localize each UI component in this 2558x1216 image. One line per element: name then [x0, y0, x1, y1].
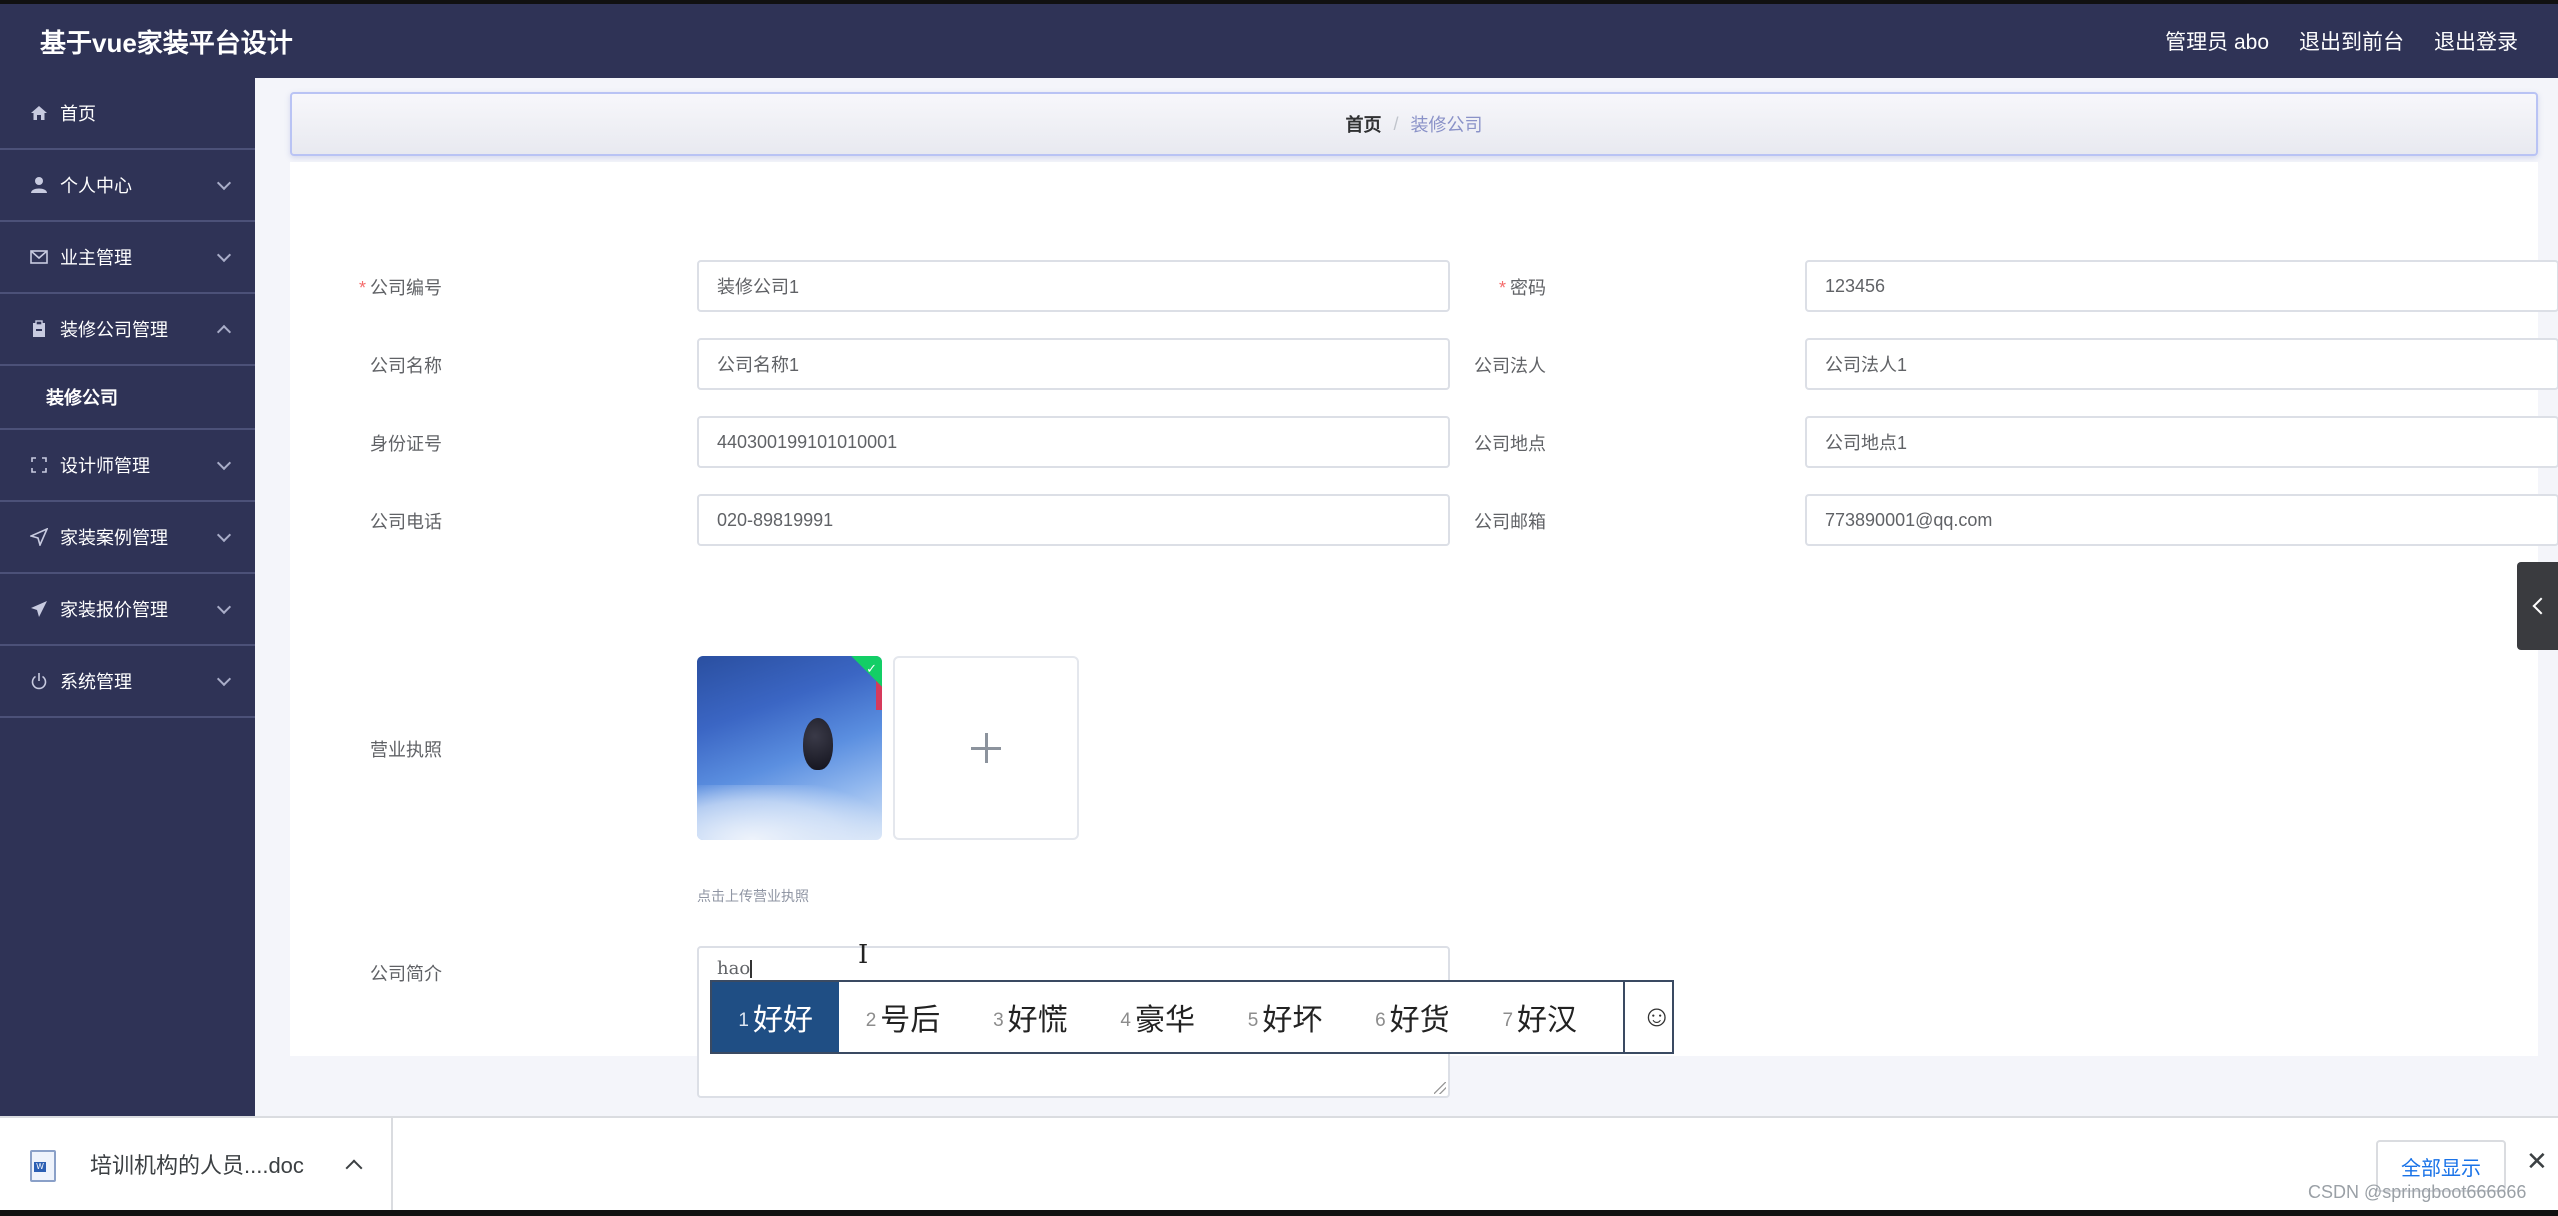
breadcrumb-home[interactable]: 首页	[1345, 111, 1381, 137]
sidebar-item-home[interactable]: 首页	[0, 78, 255, 150]
resize-handle[interactable]	[1434, 1082, 1446, 1094]
chevron-up-icon	[216, 324, 232, 340]
ime-candidate[interactable]: 1 好好	[712, 982, 840, 1052]
ime-candidate-bar: 1 好好 2 号后 3 好慌 4 豪华 5 好坏 6 好货 7 好汉 ☺	[710, 980, 1674, 1054]
watermark: CSDN @springboot666666	[2308, 1182, 2527, 1202]
main-content: 首页 / 装修公司 * 公司编号 装修公司1 * 密码 123456 公司名称 公司…	[255, 78, 2558, 1178]
chevron-up-icon[interactable]	[345, 1159, 363, 1177]
sidebar: 首页 个人中心 业主管理 装修公司管理 装修公司 设计师管理 家装案例管理 家装…	[0, 78, 255, 1116]
plane-icon	[28, 598, 50, 620]
logout-link[interactable]: 退出登录	[2434, 26, 2518, 56]
sidebar-item-designer-management[interactable]: 设计师管理	[0, 430, 255, 502]
breadcrumb: 首页 / 装修公司	[290, 92, 2538, 156]
sidebar-item-label: 家装报价管理	[60, 600, 168, 620]
id-card-label: 身份证号	[370, 434, 442, 454]
ime-candidate[interactable]: 2 号后	[839, 982, 966, 1052]
sidebar-item-quote-management[interactable]: 家装报价管理	[0, 574, 255, 646]
location-label: 公司地点	[1474, 434, 1546, 454]
ime-candidate[interactable]: 7 好汉	[1476, 982, 1603, 1052]
text-cursor-icon: I	[858, 940, 869, 970]
chevron-down-icon	[216, 671, 232, 687]
sidebar-item-label: 家装案例管理	[60, 528, 168, 548]
sidebar-item-label: 装修公司管理	[60, 320, 168, 340]
thumbnail-balloon	[803, 718, 833, 770]
ime-divider	[1623, 982, 1626, 1052]
password-input[interactable]: 123456	[1805, 260, 2558, 312]
sidebar-item-label: 系统管理	[60, 672, 132, 692]
emoji-icon[interactable]: ☺	[1641, 1000, 1672, 1034]
intro-label: 公司简介	[370, 964, 442, 984]
legal-person-label: 公司法人	[1474, 356, 1546, 376]
company-no-label: * 公司编号	[358, 278, 442, 298]
ime-candidate[interactable]: 4 豪华	[1094, 982, 1221, 1052]
company-form: * 公司编号 装修公司1 * 密码 123456 公司名称 公司名称1 公司法人 公…	[290, 162, 2558, 1178]
email-label: 公司邮箱	[1474, 512, 1546, 532]
send-icon	[28, 526, 50, 548]
thumbnail-clouds	[697, 785, 882, 840]
email-input[interactable]: 773890001@qq.com	[1805, 494, 2558, 546]
chevron-down-icon	[216, 175, 232, 191]
required-mark: *	[1498, 278, 1506, 298]
download-bar: W 培训机构的人员....doc 全部显示 ✕ CSDN @springboot…	[0, 1116, 2558, 1210]
exit-to-front-link[interactable]: 退出到前台	[2299, 26, 2404, 56]
sidebar-item-company-management[interactable]: 装修公司管理	[0, 294, 255, 366]
company-name-label: 公司名称	[370, 356, 442, 376]
sidebar-item-label: 个人中心	[60, 176, 132, 196]
app-title: 基于vue家装平台设计	[40, 27, 293, 58]
phone-input[interactable]: 020-89819991	[697, 494, 1450, 546]
side-panel-toggle[interactable]	[2517, 562, 2558, 650]
upload-button[interactable]	[893, 656, 1079, 840]
download-file-name: 培训机构的人员....doc	[90, 1153, 304, 1178]
admin-user-link[interactable]: 管理员 abo	[2165, 26, 2269, 56]
ime-candidate[interactable]: 5 好坏	[1221, 982, 1348, 1052]
breadcrumb-current: 装修公司	[1410, 115, 1483, 135]
ime-candidate[interactable]: 6 好货	[1349, 982, 1476, 1052]
password-label: * 密码	[1498, 278, 1546, 298]
required-mark: *	[358, 278, 366, 298]
power-icon	[28, 670, 50, 692]
sidebar-subitem-company[interactable]: 装修公司	[0, 366, 255, 430]
chevron-left-icon	[2532, 597, 2549, 615]
check-icon: ✓	[866, 661, 877, 676]
sidebar-item-case-management[interactable]: 家装案例管理	[0, 502, 255, 574]
legal-person-input[interactable]: 公司法人1	[1805, 338, 2558, 390]
clipboard-icon	[28, 318, 50, 340]
mail-icon	[28, 246, 50, 268]
company-no-input[interactable]: 装修公司1	[697, 260, 1450, 312]
fullscreen-icon	[28, 454, 50, 476]
close-icon[interactable]: ✕	[2526, 1146, 2548, 1177]
sidebar-item-label: 业主管理	[60, 248, 132, 268]
user-icon	[28, 174, 50, 196]
sidebar-item-personal-center[interactable]: 个人中心	[0, 150, 255, 222]
sidebar-item-system-management[interactable]: 系统管理	[0, 646, 255, 718]
plus-icon-vertical	[984, 733, 988, 763]
license-thumbnail[interactable]: ✓	[697, 656, 882, 840]
intro-text: hao	[717, 958, 751, 979]
top-header: 基于vue家装平台设计 管理员 abo 退出到前台 退出登录	[0, 4, 2558, 78]
chevron-down-icon	[216, 455, 232, 471]
breadcrumb-separator: /	[1393, 113, 1399, 134]
chevron-down-icon	[216, 599, 232, 615]
text-caret	[750, 960, 753, 978]
sidebar-item-label: 设计师管理	[60, 456, 150, 476]
license-label: 营业执照	[370, 740, 442, 760]
chevron-down-icon	[216, 247, 232, 263]
upload-tip: 点击上传营业执照	[697, 888, 809, 904]
company-name-input[interactable]: 公司名称1	[697, 338, 1450, 390]
chevron-down-icon	[216, 527, 232, 543]
ime-candidate[interactable]: 3 好慌	[967, 982, 1094, 1052]
phone-label: 公司电话	[370, 512, 442, 532]
sidebar-item-label: 首页	[60, 104, 96, 124]
sidebar-item-owner-management[interactable]: 业主管理	[0, 222, 255, 294]
home-icon	[28, 102, 50, 124]
window-frame-bottom	[0, 1210, 2558, 1216]
download-item[interactable]: W 培训机构的人员....doc	[0, 1118, 393, 1210]
word-document-icon: W	[30, 1150, 56, 1182]
header-actions: 管理员 abo 退出到前台 退出登录	[2165, 26, 2518, 56]
location-input[interactable]: 公司地点1	[1805, 416, 2558, 468]
id-card-input[interactable]: 440300199101010001	[697, 416, 1450, 468]
